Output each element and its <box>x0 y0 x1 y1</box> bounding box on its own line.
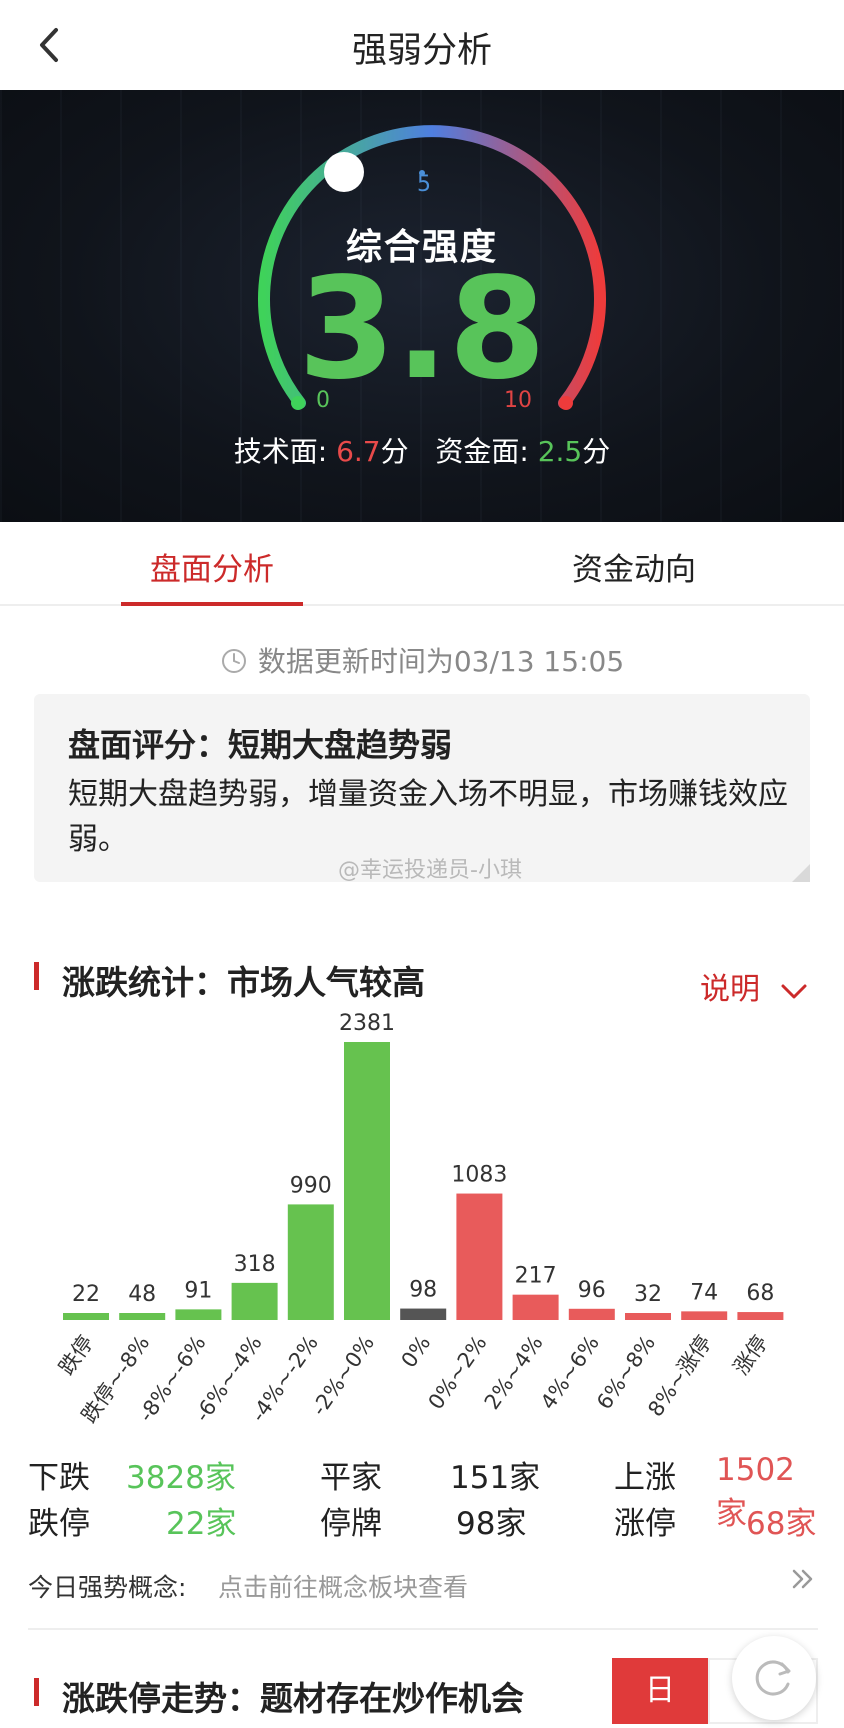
explain-label: 说明 <box>700 972 760 1007</box>
bar-value-label: 91 <box>184 1278 212 1303</box>
bar-value-label: 217 <box>515 1264 557 1289</box>
bar-2 <box>175 1309 222 1320</box>
summary-body: 短期大盘趋势弱，增量资金入场不明显，市场赚钱效应弱。 <box>68 777 788 857</box>
bar-9 <box>568 1308 615 1320</box>
page-title: 强弱分析 <box>351 31 492 71</box>
flat-label: 平家 <box>320 1460 382 1496</box>
gauge-mid-label: 5 <box>417 172 431 197</box>
stats-grid: 下跌 3828家 平家 151家 上涨 1502家 跌停 22家 停牌 98家 … <box>28 1452 818 1552</box>
section-accent-bar <box>34 962 39 990</box>
bar-8 <box>512 1294 559 1320</box>
strong-concepts-link[interactable]: 今日强势概念: 点击前往概念板块查看 <box>28 1564 818 1604</box>
bar-0 <box>63 1313 109 1320</box>
suspended-label: 停牌 <box>320 1506 382 1542</box>
funds-label: 资金面: <box>435 435 538 468</box>
bar-12 <box>737 1312 784 1320</box>
concept-link-text: 点击前往概念板块查看 <box>218 1573 469 1602</box>
explain-button[interactable]: 说明 <box>700 964 808 1008</box>
bar-value-label: 98 <box>409 1278 437 1303</box>
down-value: 3828家 <box>126 1460 236 1496</box>
bar-value-label: 318 <box>234 1252 276 1277</box>
gauge-min-label: 0 <box>316 388 330 413</box>
bar-1 <box>119 1313 166 1320</box>
suspended-value: 98家 <box>456 1506 527 1542</box>
chevron-down-icon <box>781 984 807 999</box>
update-time-text: 数据更新时间为03/13 15:05 <box>257 645 625 678</box>
refresh-icon <box>755 1660 791 1696</box>
top-bar: 强弱分析 <box>0 0 844 90</box>
bar-value-label: 1083 <box>451 1163 507 1188</box>
tab-fund-flow[interactable]: 资金动向 <box>572 544 696 589</box>
period-day-button[interactable]: 日 <box>612 1658 708 1724</box>
technical-unit: 分 <box>380 435 409 468</box>
active-tab-indicator <box>121 602 303 606</box>
section-divider <box>28 1628 818 1630</box>
update-time-row: 数据更新时间为03/13 15:05 <box>0 640 844 680</box>
technical-value: 6.7 <box>336 435 381 468</box>
limit-up-value: 68家 <box>746 1506 817 1542</box>
double-chevron-right-icon <box>792 1569 813 1589</box>
category-tick-label: 0% <box>397 1331 436 1372</box>
tab-market-analysis[interactable]: 盘面分析 <box>150 544 274 589</box>
section-accent-bar <box>34 1678 39 1706</box>
sub-scores: 技术面: 6.7分 资金面: 2.5分 <box>0 430 844 470</box>
bar-7 <box>456 1193 503 1320</box>
category-tick-label: 涨停 <box>729 1331 773 1379</box>
rise-fall-distribution-chart: 22跌停48跌停~-8%91-8%~-6%318-6%~-4%990-4%~-2… <box>54 1011 784 1427</box>
funds-value: 2.5 <box>537 435 583 468</box>
gauge-value: 3.8 <box>297 248 546 411</box>
tab-bar: 盘面分析 资金动向 <box>0 522 844 606</box>
refresh-button[interactable] <box>732 1636 816 1720</box>
summary-title: 盘面评分：短期大盘趋势弱 <box>68 726 453 764</box>
bar-value-label: 68 <box>746 1281 774 1306</box>
bar-value-label: 22 <box>72 1282 100 1307</box>
bar-value-label: 990 <box>290 1173 332 1198</box>
funds-unit: 分 <box>582 435 611 468</box>
bar-11 <box>681 1311 728 1320</box>
bar-value-label: 32 <box>634 1282 662 1307</box>
trend-section-title: 涨跌停走势：题材存在炒作机会 <box>62 1679 524 1718</box>
up-label: 上涨 <box>614 1460 676 1496</box>
flat-value: 151家 <box>450 1460 541 1496</box>
limit-up-label: 涨停 <box>614 1506 676 1542</box>
gauge-max-label: 10 <box>504 388 532 413</box>
bar-value-label: 96 <box>578 1278 606 1303</box>
bar-value-label: 2381 <box>339 1011 395 1036</box>
limit-down-label: 跌停 <box>28 1506 90 1542</box>
bar-5 <box>344 1042 390 1320</box>
gauge-indicator-knob <box>324 152 364 192</box>
strength-gauge-panel: 5 综合强度 3.8 0 10 技术面: 6.7分 资金面: 2.5分 <box>0 90 844 522</box>
category-tick-label: 跌停 <box>54 1331 98 1379</box>
down-label: 下跌 <box>28 1460 90 1496</box>
card-corner-fold <box>792 864 810 882</box>
technical-label: 技术面: <box>233 435 337 468</box>
bar-6 <box>400 1308 447 1320</box>
stats-section-title: 涨跌统计：市场人气较高 <box>62 963 425 1002</box>
clock-icon <box>221 649 246 673</box>
concept-label: 今日强势概念: <box>28 1573 187 1602</box>
bar-3 <box>231 1282 278 1320</box>
bar-value-label: 74 <box>690 1280 718 1305</box>
bar-value-label: 48 <box>128 1282 156 1307</box>
watermark: @幸运投递员-小琪 <box>338 858 522 883</box>
limit-down-value: 22家 <box>166 1506 237 1542</box>
bar-10 <box>625 1313 671 1320</box>
bar-4 <box>287 1204 334 1320</box>
